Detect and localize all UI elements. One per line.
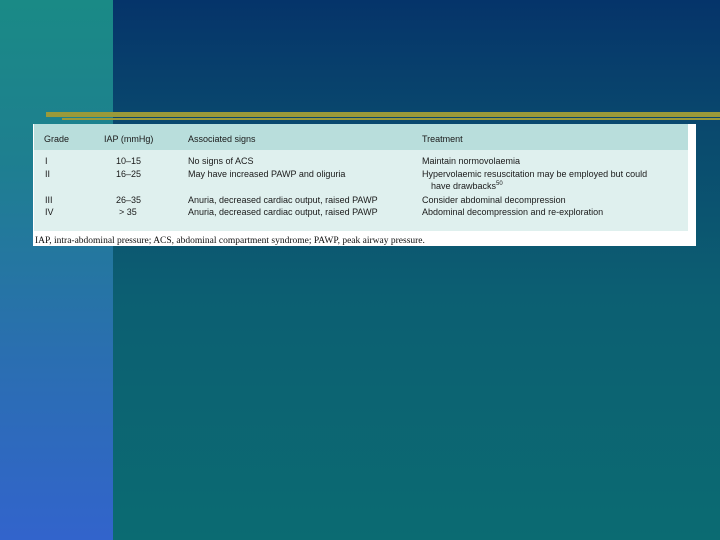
- cell-iap: 16–25: [116, 169, 142, 179]
- table-footnote: IAP, intra-abdominal pressure; ACS, abdo…: [35, 236, 425, 246]
- cell-treatment: Abdominal decompression and re-explorati…: [422, 207, 604, 217]
- header-grade: Grade: [44, 134, 70, 144]
- cell-treatment: Maintain normovolaemia: [422, 156, 521, 166]
- header-iap: IAP (mmHg): [104, 134, 154, 144]
- reference-superscript: 50: [496, 181, 503, 187]
- cell-iap: 10–15: [116, 156, 142, 166]
- cell-treatment-continuation: have drawbacks50: [431, 181, 503, 191]
- header-treatment: Treatment: [422, 134, 463, 144]
- cell-signs: Anuria, decreased cardiac output, raised…: [188, 195, 378, 205]
- treatment-continuation-text: have drawbacks: [431, 181, 497, 191]
- header-signs: Associated signs: [188, 134, 256, 144]
- cell-treatment: Hypervolaemic resuscitation may be emplo…: [422, 169, 648, 179]
- cell-grade: IV: [45, 207, 54, 217]
- cell-treatment: Consider abdominal decompression: [422, 195, 566, 205]
- cell-signs: May have increased PAWP and oliguria: [188, 169, 346, 179]
- table-header-row: Grade IAP (mmHg) Associated signs Treatm…: [34, 124, 688, 150]
- cell-grade: II: [45, 169, 51, 179]
- cell-grade: I: [45, 156, 48, 166]
- cell-iap: 26–35: [116, 195, 142, 205]
- divider-line-top: [46, 112, 720, 117]
- cell-signs: No signs of ACS: [188, 156, 254, 166]
- cell-iap: > 35: [119, 207, 137, 217]
- grading-table: Grade IAP (mmHg) Associated signs Treatm…: [34, 124, 688, 231]
- divider-line-bottom: [62, 118, 720, 120]
- table-panel: Grade IAP (mmHg) Associated signs Treatm…: [33, 124, 696, 246]
- cell-grade: III: [45, 195, 53, 205]
- left-color-band: [0, 0, 113, 540]
- cell-signs: Anuria, decreased cardiac output, raised…: [188, 207, 378, 217]
